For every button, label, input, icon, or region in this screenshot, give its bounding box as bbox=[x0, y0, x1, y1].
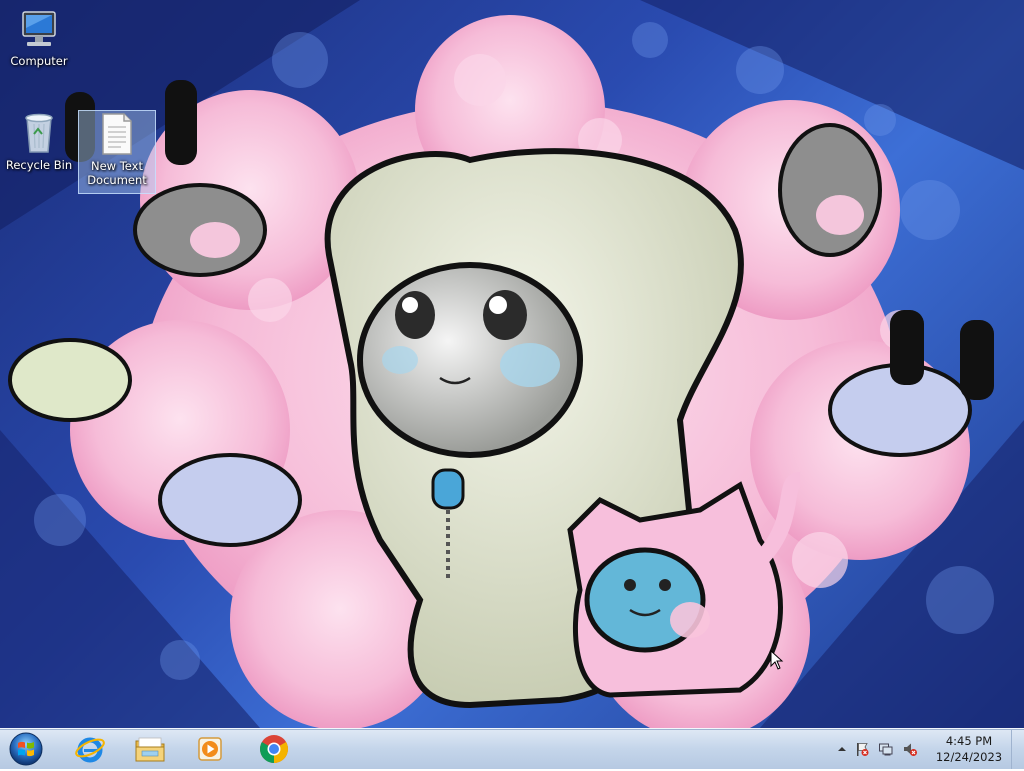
desktop-icon-computer[interactable]: Computer bbox=[1, 8, 77, 68]
desktop-icon-label: Computer bbox=[10, 54, 68, 68]
chrome-icon bbox=[260, 735, 288, 763]
desktop-icon-label: Recycle Bin bbox=[5, 158, 73, 172]
media-player-icon bbox=[198, 737, 222, 761]
action-center-flag-icon[interactable] bbox=[854, 741, 870, 757]
taskbar-file-explorer[interactable] bbox=[122, 731, 178, 767]
taskbar-clock[interactable]: 4:45 PM 12/24/2023 bbox=[934, 733, 1004, 765]
windows-logo-icon bbox=[9, 732, 43, 766]
system-tray: 4:45 PM 12/24/2023 bbox=[834, 729, 1024, 769]
taskbar-internet-explorer[interactable] bbox=[62, 731, 118, 767]
desktop[interactable]: Computer Recycle Bin New Text Document bbox=[0, 0, 1024, 728]
taskbar-chrome[interactable] bbox=[246, 731, 302, 767]
desktop-icon-new-text-document[interactable]: New Text Document bbox=[78, 110, 156, 194]
internet-explorer-icon bbox=[75, 737, 105, 763]
taskbar-media-player[interactable] bbox=[182, 731, 238, 767]
mouse-cursor-icon bbox=[770, 650, 784, 670]
text-document-icon bbox=[102, 113, 132, 155]
clock-date: 12/24/2023 bbox=[935, 750, 1003, 764]
desktop-icon-label: New Text Document bbox=[87, 159, 147, 187]
start-button[interactable] bbox=[6, 731, 46, 767]
file-explorer-icon bbox=[135, 737, 165, 762]
show-desktop-button[interactable] bbox=[1011, 729, 1024, 769]
computer-icon bbox=[22, 11, 56, 46]
clock-time: 4:45 PM bbox=[945, 734, 993, 748]
show-hidden-icons-arrow[interactable] bbox=[834, 741, 850, 757]
volume-muted-icon[interactable] bbox=[902, 741, 918, 757]
desktop-icon-recycle-bin[interactable]: Recycle Bin bbox=[1, 110, 77, 172]
taskbar[interactable]: 4:45 PM 12/24/2023 bbox=[0, 728, 1024, 769]
network-icon[interactable] bbox=[878, 741, 894, 757]
recycle-bin-icon bbox=[25, 113, 53, 153]
